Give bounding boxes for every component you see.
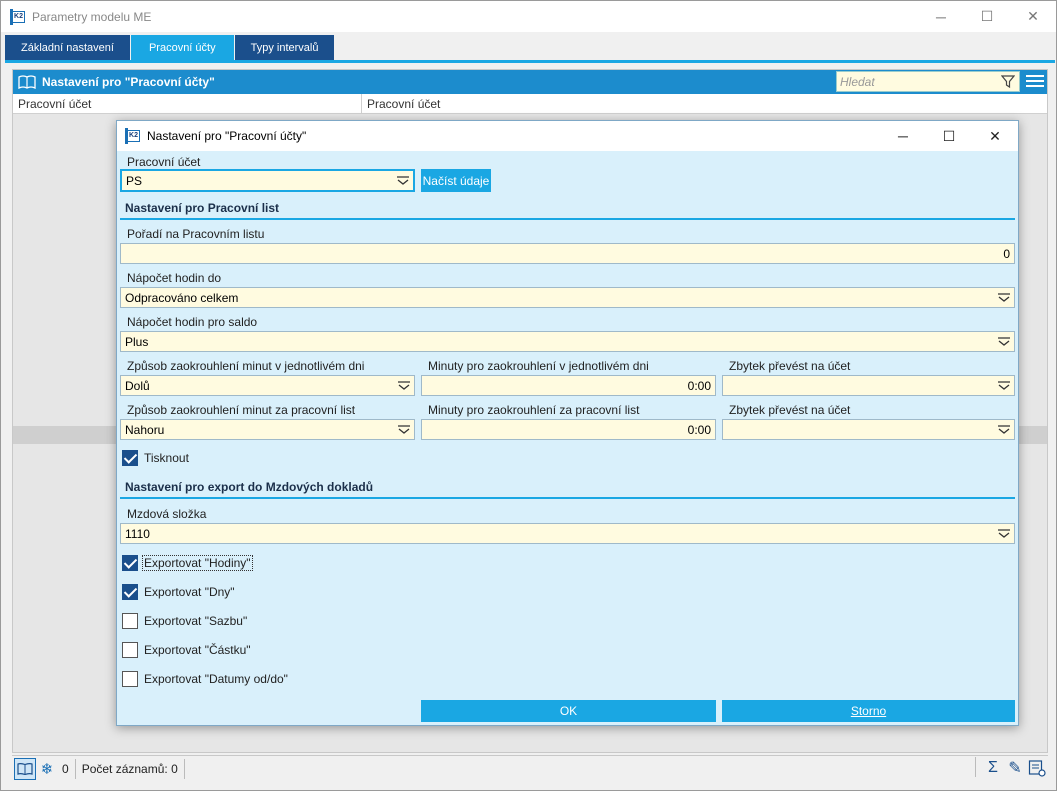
rest-sheet-label: Zbytek převést na účet xyxy=(729,403,851,417)
status-divider xyxy=(975,757,976,777)
minimize-button[interactable]: ─ xyxy=(918,1,964,32)
search-placeholder: Hledat xyxy=(840,74,875,89)
dialog-close-button[interactable]: ✕ xyxy=(972,121,1018,151)
close-button[interactable]: ✕ xyxy=(1010,1,1056,32)
dialog-title: Nastavení pro "Pracovní účty" xyxy=(147,129,307,143)
export-hours-label: Exportovat "Hodiny" xyxy=(142,555,253,571)
round-day-label: Způsob zaokrouhlení minut v jednotlivém … xyxy=(127,359,365,373)
account-select[interactable]: PS xyxy=(120,169,415,192)
export-days-checkbox[interactable] xyxy=(122,584,138,600)
panel-header: Nastavení pro "Pracovní účty" Hledat xyxy=(13,70,1047,94)
hours-to-value: Odpracováno celkem xyxy=(125,290,239,305)
section-divider xyxy=(120,218,1015,220)
snowflake-icon[interactable]: ❄ xyxy=(36,758,58,780)
print-checkbox[interactable] xyxy=(122,450,138,466)
dropdown-icon[interactable] xyxy=(397,424,411,434)
form-settings-icon[interactable] xyxy=(1026,757,1048,779)
tab-strip: Základní nastavení Pracovní účty Typy in… xyxy=(5,35,335,60)
window-title: Parametry modelu ME xyxy=(32,9,152,24)
dropdown-icon[interactable] xyxy=(997,336,1011,346)
tab-zakladni-nastaveni[interactable]: Základní nastavení xyxy=(5,35,130,60)
minutes-sheet-value: 0:00 xyxy=(687,422,711,437)
wage-label: Mzdová složka xyxy=(127,507,207,521)
rest-day-label: Zbytek převést na účet xyxy=(729,359,851,373)
window-titlebar: K2 Parametry modelu ME ─ ☐ ✕ xyxy=(1,1,1056,32)
hours-to-select[interactable]: Odpracováno celkem xyxy=(120,287,1015,308)
dropdown-icon[interactable] xyxy=(997,380,1011,390)
account-value: PS xyxy=(126,173,143,188)
export-amount-label: Exportovat "Částku" xyxy=(144,643,251,657)
dropdown-icon[interactable] xyxy=(997,292,1011,302)
edit-icon[interactable]: ✎ xyxy=(1004,757,1026,779)
column-divider xyxy=(361,94,362,114)
order-value: 0 xyxy=(1003,246,1010,261)
section-export-title: Nastavení pro export do Mzdových dokladů xyxy=(125,480,374,494)
dialog-minimize-button[interactable]: ─ xyxy=(880,121,926,151)
order-label: Pořadí na Pracovním listu xyxy=(127,227,265,241)
export-rate-checkbox[interactable] xyxy=(122,613,138,629)
settings-dialog: K2 Nastavení pro "Pracovní účty" ─ ☐ ✕ P… xyxy=(116,120,1019,726)
wage-value: 1110 xyxy=(125,526,150,541)
wage-select[interactable]: 1110 xyxy=(120,523,1015,544)
minutes-day-field[interactable]: 0:00 xyxy=(421,375,716,396)
status-divider xyxy=(183,758,185,779)
book-view-icon[interactable] xyxy=(14,757,36,780)
panel-title: Nastavení pro "Pracovní účty" xyxy=(42,75,215,89)
dialog-titlebar: K2 Nastavení pro "Pracovní účty" ─ ☐ ✕ xyxy=(117,121,1018,151)
hamburger-menu-icon[interactable] xyxy=(1025,72,1045,92)
export-rate-label: Exportovat "Sazbu" xyxy=(144,614,248,628)
dropdown-icon[interactable] xyxy=(397,380,411,390)
minutes-day-label: Minuty pro zaokrouhlení v jednotlivém dn… xyxy=(428,359,649,373)
tab-pracovni-ucty[interactable]: Pracovní účty xyxy=(130,35,234,60)
search-input[interactable]: Hledat xyxy=(836,71,1020,92)
column-header-account-2[interactable]: Pracovní účet xyxy=(367,97,440,111)
minutes-sheet-field[interactable]: 0:00 xyxy=(421,419,716,440)
export-amount-checkbox[interactable] xyxy=(122,642,138,658)
export-dates-label: Exportovat "Datumy od/do" xyxy=(144,672,288,686)
print-label: Tisknout xyxy=(144,451,189,465)
section-divider xyxy=(120,497,1015,499)
minutes-day-value: 0:00 xyxy=(687,378,711,393)
load-data-button[interactable]: Načíst údaje xyxy=(421,169,491,192)
book-icon xyxy=(18,75,36,89)
round-sheet-value: Nahoru xyxy=(125,422,165,437)
filter-icon[interactable] xyxy=(1001,74,1015,89)
hours-saldo-select[interactable]: Plus xyxy=(120,331,1015,352)
dropdown-icon[interactable] xyxy=(997,528,1011,538)
export-hours-checkbox[interactable] xyxy=(122,555,138,571)
cancel-button[interactable]: Storno xyxy=(722,700,1015,722)
status-divider xyxy=(74,758,76,779)
minutes-sheet-label: Minuty pro zaokrouhlení za pracovní list xyxy=(428,403,640,417)
sum-icon[interactable]: Σ xyxy=(982,757,1004,779)
dropdown-icon[interactable] xyxy=(396,175,410,185)
status-bar: ❄ 0 Počet záznamů: 0 Σ ✎ xyxy=(12,755,1048,781)
hours-saldo-label: Nápočet hodin pro saldo xyxy=(127,315,258,329)
round-day-value: Dolů xyxy=(125,378,150,393)
tab-underline xyxy=(5,60,1055,63)
hours-to-label: Nápočet hodin do xyxy=(127,271,222,285)
k2-logo-icon: K2 xyxy=(10,8,26,25)
column-header-account[interactable]: Pracovní účet xyxy=(18,97,91,111)
hours-saldo-value: Plus xyxy=(125,334,149,349)
maximize-button[interactable]: ☐ xyxy=(964,1,1010,32)
export-days-label: Exportovat "Dny" xyxy=(144,585,235,599)
ok-button[interactable]: OK xyxy=(421,700,716,722)
rest-sheet-select[interactable] xyxy=(722,419,1015,440)
dialog-maximize-button[interactable]: ☐ xyxy=(926,121,972,151)
k2-logo-icon: K2 xyxy=(125,128,141,144)
frozen-count: 0 xyxy=(62,761,69,776)
dropdown-icon[interactable] xyxy=(997,424,1011,434)
export-dates-checkbox[interactable] xyxy=(122,671,138,687)
round-day-select[interactable]: Dolů xyxy=(120,375,415,396)
round-sheet-select[interactable]: Nahoru xyxy=(120,419,415,440)
record-count: Počet záznamů: 0 xyxy=(81,761,178,776)
account-label: Pracovní účet xyxy=(127,155,201,169)
tab-typy-intervalu[interactable]: Typy intervalů xyxy=(234,35,335,60)
rest-day-select[interactable] xyxy=(722,375,1015,396)
table-header: Pracovní účet Pracovní účet xyxy=(13,94,1047,114)
section-worksheet-title: Nastavení pro Pracovní list xyxy=(125,201,280,215)
order-field[interactable]: 0 xyxy=(120,243,1015,264)
round-sheet-label: Způsob zaokrouhlení minut za pracovní li… xyxy=(127,403,356,417)
